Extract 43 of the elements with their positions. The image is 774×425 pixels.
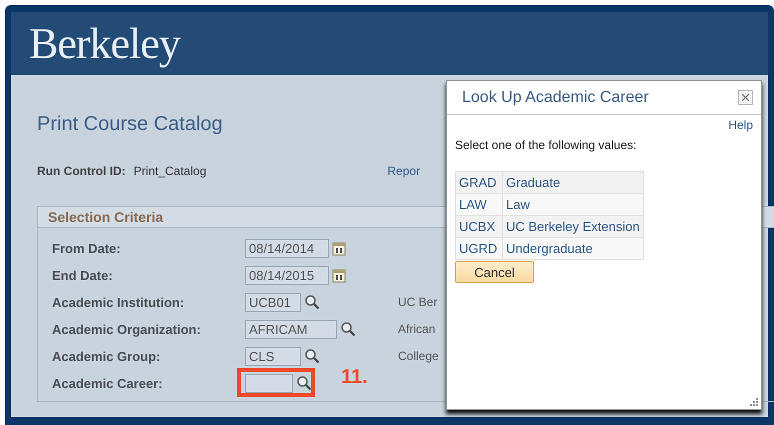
resize-grip-icon[interactable]	[750, 398, 758, 406]
value-description[interactable]: Graduate	[502, 172, 644, 194]
calendar-icon[interactable]	[332, 240, 346, 256]
calendar-icon[interactable]	[332, 268, 346, 282]
value-description[interactable]: Undergraduate	[502, 238, 644, 260]
value-code[interactable]: UCBX	[456, 216, 502, 238]
panel-title: Selection Criteria	[48, 209, 164, 225]
close-icon	[742, 94, 749, 101]
value-description[interactable]: Law	[502, 194, 644, 216]
value-description[interactable]: UC Berkeley Extension	[502, 216, 644, 238]
page-title: Print Course Catalog	[37, 113, 223, 136]
dialog-title: Look Up Academic Career	[462, 88, 649, 106]
search-icon[interactable]	[304, 294, 320, 310]
field-label: Academic Organization:	[52, 322, 202, 336]
value-code[interactable]: LAW	[456, 194, 502, 216]
run-control-value: Print_Catalog	[134, 164, 206, 178]
field-label: Run Control ID:	[37, 164, 126, 178]
input-field[interactable]	[245, 374, 293, 392]
input-field[interactable]: UCB01	[245, 292, 301, 312]
field-label: From Date:	[52, 240, 122, 256]
field-label: Academic Career:	[52, 376, 164, 390]
field-description: UC Ber	[398, 295, 438, 309]
field-description: African	[398, 322, 436, 336]
search-icon[interactable]	[304, 348, 320, 364]
input-field[interactable]: AFRICAM	[245, 320, 337, 338]
logo: Berkeley	[29, 18, 180, 69]
instruction-text: Select one of the following values:	[455, 138, 638, 152]
field-label: End Date:	[52, 268, 114, 282]
input-field[interactable]: 08/14/2015	[245, 266, 329, 284]
field-description: College	[398, 349, 440, 363]
value-code[interactable]: GRAD	[456, 172, 502, 194]
input-field[interactable]: CLS	[245, 346, 301, 366]
field-label: Academic Group:	[52, 348, 162, 364]
input-field[interactable]: 08/14/2014	[245, 238, 329, 258]
field-label: Academic Institution:	[52, 294, 186, 310]
close-button[interactable]	[738, 90, 753, 105]
cancel-button[interactable]: Cancel	[455, 261, 534, 283]
step-number: 11.	[341, 366, 368, 388]
value-code[interactable]: UGRD	[456, 238, 502, 260]
search-icon[interactable]	[296, 375, 312, 391]
search-icon[interactable]	[340, 321, 356, 337]
help-link[interactable]: Help	[728, 118, 753, 132]
report-link[interactable]: Repor	[387, 164, 420, 178]
